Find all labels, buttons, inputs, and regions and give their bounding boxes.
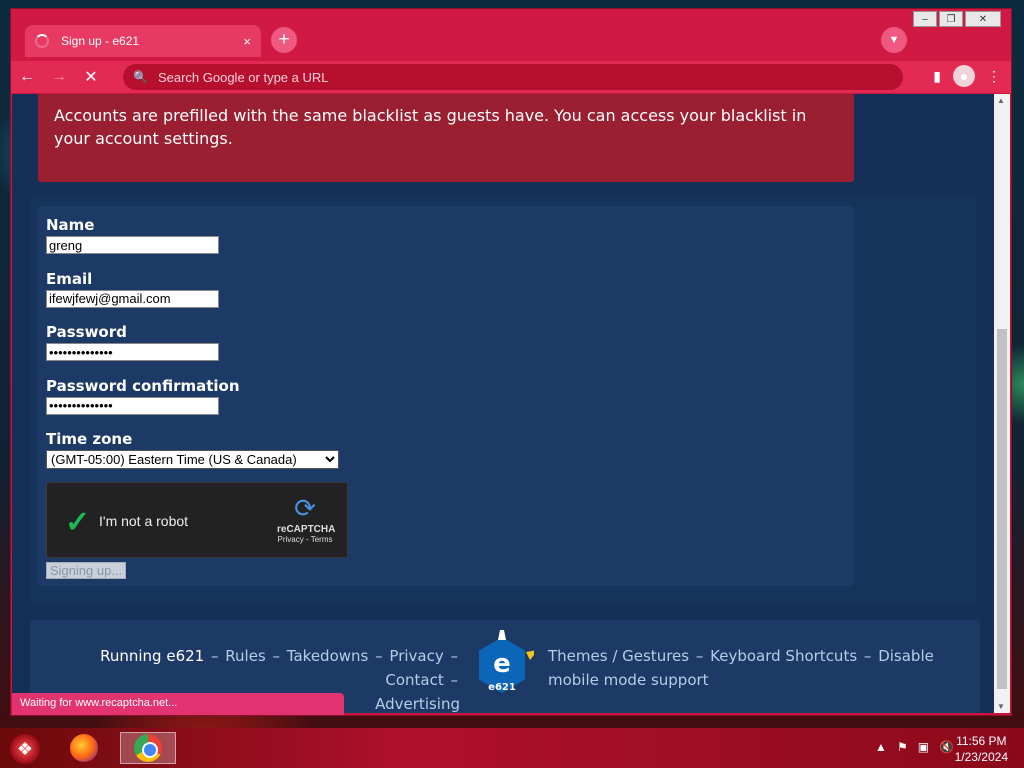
network-icon[interactable]: ▣ bbox=[918, 740, 929, 754]
svg-text:e: e bbox=[493, 649, 511, 679]
footer-links-right: Themes / Gestures – Keyboard Shortcuts –… bbox=[548, 647, 934, 689]
forward-button[interactable]: → bbox=[43, 68, 75, 86]
recaptcha-label: I'm not a robot bbox=[99, 513, 189, 529]
maximize-button[interactable]: ❐ bbox=[939, 11, 963, 27]
footer-link-takedowns[interactable]: Takedowns bbox=[287, 647, 369, 665]
back-button[interactable]: ← bbox=[11, 68, 43, 86]
timezone-select[interactable]: (GMT-05:00) Eastern Time (US & Canada) bbox=[46, 450, 339, 469]
page-scrollbar[interactable]: ▲ ▼ bbox=[994, 94, 1010, 713]
window-controls: – ❐ ✕ bbox=[913, 11, 1001, 27]
name-input[interactable] bbox=[46, 236, 219, 254]
taskbar: ❖ ▲ ⚑ ▣ 🔇 11:56 PM 1/23/2024 bbox=[0, 728, 1024, 768]
recaptcha-terms-link[interactable]: Terms bbox=[311, 535, 333, 544]
recaptcha-logo: ⟳ reCAPTCHA Privacy - Terms bbox=[277, 493, 336, 544]
minimize-button[interactable]: – bbox=[913, 11, 937, 27]
chrome-icon bbox=[134, 734, 162, 762]
chevron-down-icon: ▼ bbox=[888, 34, 900, 46]
email-input[interactable] bbox=[46, 289, 219, 308]
volume-muted-icon[interactable]: 🔇 bbox=[939, 740, 954, 754]
scroll-up-icon[interactable]: ▲ bbox=[997, 96, 1005, 105]
page-viewport: Accounts are prefilled with the same bla… bbox=[12, 94, 994, 713]
scroll-thumb[interactable] bbox=[997, 329, 1007, 689]
email-label: Email bbox=[46, 269, 93, 288]
side-panel-icon[interactable]: ▮ bbox=[933, 68, 941, 85]
search-icon: 🔍 bbox=[133, 70, 148, 84]
address-bar-placeholder: Search Google or type a URL bbox=[157, 69, 329, 85]
recaptcha-links: Privacy - Terms bbox=[277, 535, 333, 544]
password-input[interactable] bbox=[46, 343, 219, 361]
email-field-group: Email bbox=[46, 270, 846, 309]
name-label: Name bbox=[46, 216, 95, 234]
address-bar[interactable]: 🔍 Search Google or type a URL bbox=[123, 64, 903, 90]
timezone-label: Time zone bbox=[46, 430, 133, 448]
timezone-field-group: Time zone (GMT-05:00) Eastern Time (US &… bbox=[46, 430, 846, 469]
browser-toolbar: ← → ✕ 🔍 Search Google or type a URL ▮ ● … bbox=[11, 61, 1011, 93]
title-bar: Sign up - e621 × + ▼ – ❐ ✕ bbox=[11, 9, 1011, 65]
stop-loading-button[interactable]: ✕ bbox=[75, 67, 107, 87]
clock-time: 11:56 PM bbox=[956, 734, 1007, 748]
tab-search-button[interactable]: ▼ bbox=[881, 27, 907, 53]
taskbar-firefox[interactable] bbox=[64, 732, 104, 764]
password-label: Password bbox=[46, 323, 127, 341]
tray-expand-icon[interactable]: ▲ bbox=[875, 740, 887, 754]
running-text: Running e621 bbox=[100, 647, 205, 665]
menu-kebab-icon[interactable]: ⋮ bbox=[987, 68, 1001, 85]
profile-avatar[interactable]: ● bbox=[953, 65, 975, 87]
footer-link-privacy[interactable]: Privacy bbox=[389, 647, 443, 665]
tab-close-icon[interactable]: × bbox=[243, 34, 251, 49]
recaptcha-widget[interactable]: ✓ I'm not a robot ⟳ reCAPTCHA Privacy - … bbox=[46, 482, 348, 558]
submit-button[interactable]: Signing up... bbox=[46, 562, 126, 579]
footer-link-contact[interactable]: Contact bbox=[385, 671, 443, 689]
recaptcha-privacy-link[interactable]: Privacy bbox=[278, 535, 304, 544]
footer-link-shortcuts[interactable]: Keyboard Shortcuts bbox=[710, 647, 857, 665]
password-confirm-input[interactable] bbox=[46, 396, 219, 415]
password-confirm-field-group: Password confirmation bbox=[46, 377, 846, 416]
password-confirm-label: Password confirmation bbox=[46, 376, 240, 395]
logo-text: e621 bbox=[488, 682, 516, 693]
password-field-group: Password bbox=[46, 323, 846, 362]
clock-date: 1/23/2024 bbox=[954, 750, 1008, 764]
taskbar-chrome[interactable] bbox=[120, 732, 176, 764]
footer-link-themes[interactable]: Themes / Gestures bbox=[548, 647, 689, 665]
e621-logo[interactable]: e e621 bbox=[470, 630, 538, 700]
status-bar: Waiting for www.recaptcha.net... bbox=[12, 693, 344, 715]
scroll-down-icon[interactable]: ▼ bbox=[997, 702, 1005, 711]
firefox-icon bbox=[70, 734, 98, 762]
recaptcha-icon: ⟳ bbox=[294, 493, 316, 523]
footer-link-advertising[interactable]: Advertising bbox=[375, 695, 460, 713]
toolbar-actions: ▮ ● ⋮ bbox=[933, 65, 1001, 87]
loading-spinner-icon bbox=[35, 34, 49, 48]
footer-link-rules[interactable]: Rules bbox=[225, 647, 265, 665]
browser-tab[interactable]: Sign up - e621 × bbox=[25, 25, 261, 57]
recaptcha-brand: reCAPTCHA bbox=[277, 524, 336, 535]
checkmark-icon: ✓ bbox=[65, 506, 91, 539]
system-tray: ▲ ⚑ ▣ 🔇 bbox=[875, 740, 954, 754]
system-clock[interactable]: 11:56 PM 1/23/2024 bbox=[955, 733, 1008, 765]
blacklist-notice: Accounts are prefilled with the same bla… bbox=[38, 94, 854, 182]
new-tab-button[interactable]: + bbox=[271, 27, 297, 53]
tab-title: Sign up - e621 bbox=[61, 34, 140, 48]
signup-form: Name Email Password Password confirmatio… bbox=[38, 206, 854, 586]
close-window-button[interactable]: ✕ bbox=[965, 11, 1001, 27]
start-button[interactable]: ❖ bbox=[10, 734, 40, 764]
flag-icon[interactable]: ⚑ bbox=[897, 740, 908, 754]
name-field-group: Name bbox=[46, 216, 846, 255]
